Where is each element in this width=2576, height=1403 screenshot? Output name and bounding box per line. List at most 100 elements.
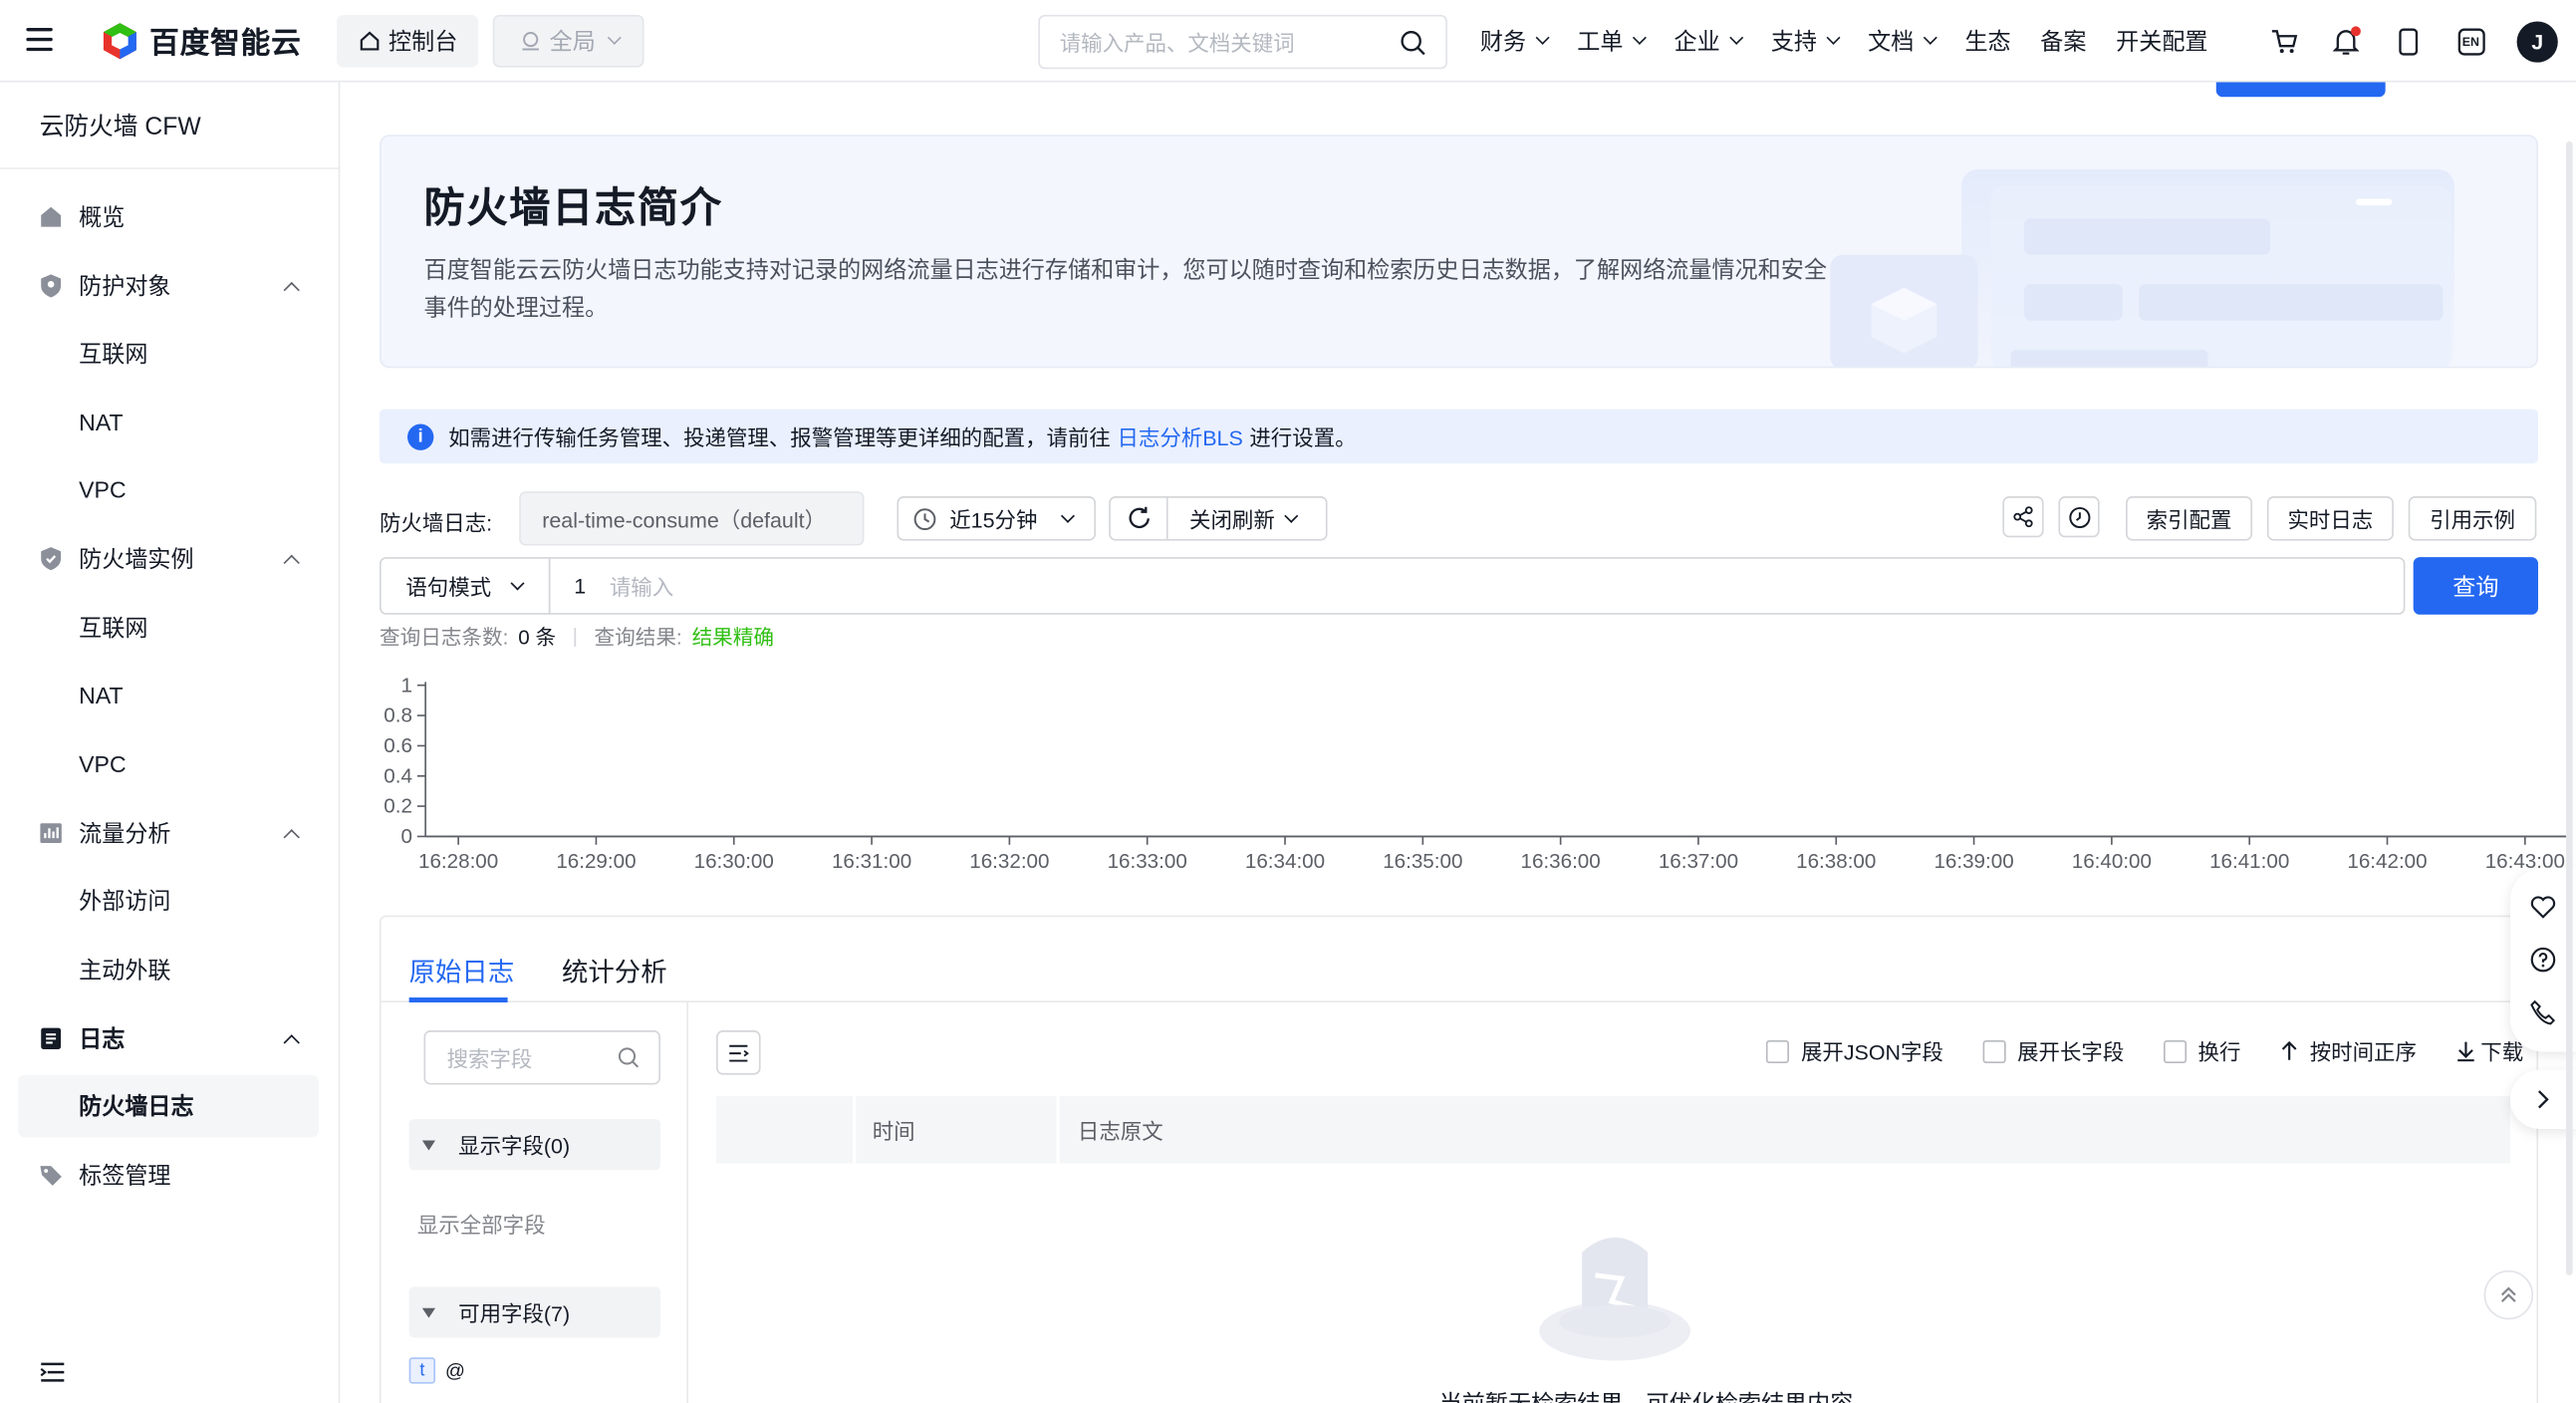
logstore-select[interactable]: real-time-consume（default） <box>519 491 865 546</box>
brand-name: 百度智能云 <box>149 26 302 60</box>
back-to-top-button[interactable] <box>2483 1269 2534 1320</box>
nav-item-6[interactable]: 备案 <box>2040 25 2086 58</box>
auto-refresh-select[interactable]: 关闭刷新 <box>1168 503 1299 534</box>
chevron-up-icon <box>283 553 300 571</box>
checkbox-box[interactable] <box>1982 1039 2006 1063</box>
primary-action-button-partial[interactable] <box>2215 82 2386 98</box>
query-mode-select[interactable]: 语句模式 <box>379 557 551 615</box>
field-search-placeholder: 搜索字段 <box>446 1046 533 1072</box>
sidebar-item-1[interactable]: 防护对象 <box>0 255 340 318</box>
wrap-checkbox[interactable]: 换行 <box>2163 1035 2240 1066</box>
sidebar-item-label: 主动外联 <box>79 956 171 983</box>
feedback-icon[interactable] <box>2530 894 2556 920</box>
region-label: 全局 <box>549 28 596 55</box>
search-icon[interactable] <box>1400 29 1425 55</box>
chevron-down-icon <box>1535 30 1550 45</box>
nav-item-2[interactable]: 企业 <box>1674 25 1744 58</box>
avatar[interactable]: J <box>2516 20 2558 62</box>
sidebar-item-12[interactable]: 日志 <box>0 1007 340 1070</box>
nav-item-label: 备案 <box>2040 28 2087 55</box>
bls-link[interactable]: 日志分析BLS <box>1117 421 1242 451</box>
query-button[interactable]: 查询 <box>2413 557 2539 615</box>
time-range-select[interactable]: 近15分钟 <box>897 496 1097 541</box>
sidebar-item-13[interactable]: 防火墙日志 <box>18 1074 319 1138</box>
query-input[interactable]: 1 请输入 <box>548 557 2406 615</box>
home-icon <box>359 31 379 51</box>
nav-item-0[interactable]: 财务 <box>1480 25 1550 58</box>
checkbox-box[interactable] <box>2163 1039 2188 1063</box>
checkbox-box[interactable] <box>1766 1039 1790 1063</box>
field-item[interactable]: t @ <box>408 1357 465 1384</box>
field-search-input[interactable]: 搜索字段 <box>423 1030 660 1085</box>
log-icon <box>41 1027 62 1050</box>
tab-statistics[interactable]: 统计分析 <box>562 950 667 989</box>
column-time[interactable]: 时间 <box>873 1096 915 1164</box>
toolbar-button-0[interactable]: 索引配置 <box>2126 496 2253 541</box>
sidebar-item-5[interactable]: 防火墙实例 <box>0 527 340 590</box>
page-scrollbar[interactable] <box>2566 140 2573 1275</box>
sidebar-item-6[interactable]: 互联网 <box>0 597 340 660</box>
global-search-input[interactable]: 请输入产品、文档关键词 <box>1038 14 1447 70</box>
toolbar-button-1[interactable]: 实时日志 <box>2266 496 2394 541</box>
help-icon[interactable] <box>2530 947 2556 973</box>
refresh-control[interactable]: 关闭刷新 <box>1109 496 1328 541</box>
toolbar-button-2[interactable]: 引用示例 <box>2408 496 2537 541</box>
refresh-icon[interactable] <box>1111 497 1168 539</box>
download-button[interactable]: 下载 <box>2456 1035 2523 1066</box>
line-number: 1 <box>574 573 587 599</box>
shield-icon <box>41 274 62 298</box>
tab-raw-logs[interactable]: 原始日志 <box>409 950 515 989</box>
sidebar-item-14[interactable]: 标签管理 <box>0 1144 340 1207</box>
history-icon[interactable] <box>2058 496 2100 538</box>
log-results: 展开JSON字段 展开长字段 换行 按时间正序 下载 时间 日志原文 <box>690 1002 2540 1403</box>
nav-item-5[interactable]: 生态 <box>1964 25 2010 58</box>
shown-fields-group[interactable]: 显示字段(0) <box>408 1119 660 1171</box>
sidebar-item-11[interactable]: 主动外联 <box>0 939 340 1001</box>
expand-long-checkbox[interactable]: 展开长字段 <box>1982 1035 2124 1066</box>
nav-item-7[interactable]: 开关配置 <box>2116 25 2207 58</box>
sidebar-item-7[interactable]: NAT <box>0 664 340 726</box>
chevron-down-icon <box>1826 30 1841 45</box>
phone-icon[interactable] <box>2530 999 2556 1025</box>
sidebar-item-3[interactable]: NAT <box>0 392 340 454</box>
available-fields-group[interactable]: 可用字段(7) <box>408 1286 660 1338</box>
sidebar-item-10[interactable]: 外部访问 <box>0 869 340 932</box>
sidebar-item-label: 日志 <box>79 1025 126 1052</box>
notice-text-before: 如需进行传输任务管理、投递管理、报警管理等更详细的配置，请前往 <box>448 425 1111 450</box>
nav-item-3[interactable]: 支持 <box>1770 25 1841 58</box>
sidebar-item-9[interactable]: 流量分析 <box>0 802 340 865</box>
sidebar-item-4[interactable]: VPC <box>0 458 340 521</box>
language-switch[interactable]: EN <box>2454 25 2487 58</box>
region-select[interactable]: 全局 <box>492 14 644 68</box>
nav-item-4[interactable]: 文档 <box>1868 25 1937 58</box>
show-all-fields[interactable]: 显示全部字段 <box>417 1208 546 1239</box>
sidebar-item-label: 标签管理 <box>79 1161 171 1189</box>
top-header: 百度智能云 控制台 全局 请输入产品、文档关键词 财务 工单 企业 支持 文档 生态 备案 开… <box>0 0 2576 83</box>
brand-logo[interactable]: 百度智能云 <box>101 20 302 63</box>
console-button[interactable]: 控制台 <box>337 14 478 68</box>
cart-icon[interactable] <box>2267 25 2300 58</box>
time-range-value: 近15分钟 <box>949 507 1038 533</box>
column-settings-icon[interactable] <box>716 1030 761 1075</box>
share-icon[interactable] <box>2002 496 2044 538</box>
mobile-icon[interactable] <box>2392 25 2425 58</box>
sort-time-button[interactable]: 按时间正序 <box>2280 1035 2417 1066</box>
nav-item-1[interactable]: 工单 <box>1577 25 1647 58</box>
expand-long-label: 展开长字段 <box>2017 1039 2125 1065</box>
menu-icon[interactable] <box>26 28 53 52</box>
expand-json-checkbox[interactable]: 展开JSON字段 <box>1766 1035 1943 1066</box>
logstore-label: 防火墙日志: <box>379 510 493 536</box>
column-raw[interactable]: 日志原文 <box>1078 1096 1163 1164</box>
x-tick-label: 16:37:00 <box>1659 850 1738 873</box>
sidebar-item-label: 互联网 <box>79 340 148 367</box>
intro-description: 百度智能云云防火墙日志功能支持对记录的网络流量日志进行存储和审计，您可以随时查询… <box>423 256 1827 321</box>
sidebar-item-8[interactable]: VPC <box>0 733 340 796</box>
sidebar-item-2[interactable]: 互联网 <box>0 322 340 385</box>
nav-item-label: 支持 <box>1770 28 1818 55</box>
sidebar-item-0[interactable]: 概览 <box>0 185 340 248</box>
clock-icon <box>913 507 936 530</box>
collapse-sidebar-icon[interactable] <box>40 1361 66 1384</box>
chevron-down-icon <box>1632 30 1647 45</box>
available-fields-label: 可用字段(7) <box>458 1301 571 1326</box>
bell-icon[interactable] <box>2330 25 2363 58</box>
